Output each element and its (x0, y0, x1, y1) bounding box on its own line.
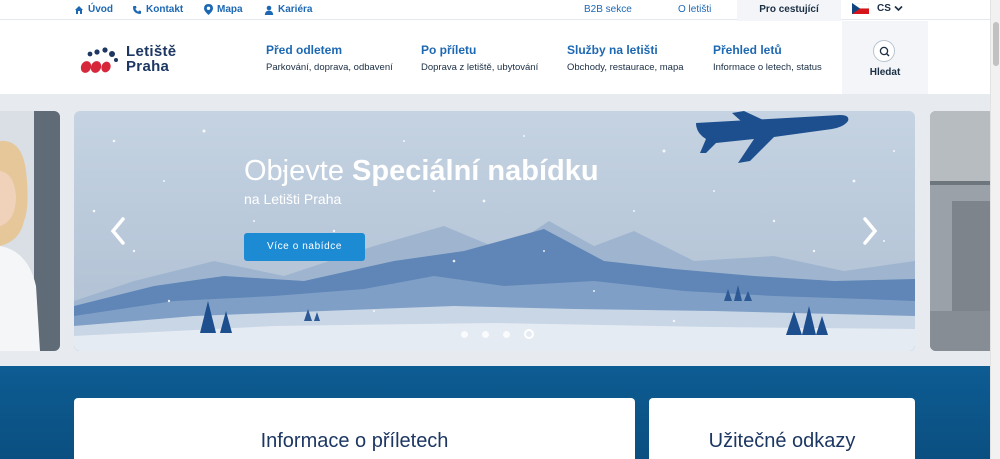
topbar-link-map[interactable]: Mapa (204, 4, 243, 15)
nav-airport-services[interactable]: Služby na letišti Obchody, restaurace, m… (567, 43, 684, 73)
more-about-offer-button[interactable]: Více o nabídce (244, 233, 365, 261)
hero-headline-light: Objevte (244, 155, 344, 187)
carousel-dot-1[interactable] (461, 330, 468, 338)
home-icon (75, 5, 83, 14)
topbar-link-career[interactable]: Kariéra (264, 4, 312, 15)
hero-headline-bold: Speciální nabídku (352, 155, 599, 187)
carousel-indicators (454, 329, 541, 339)
topbar-link-career-label: Kariéra (278, 4, 313, 15)
nav-subtitle: Obchody, restaurace, mapa (567, 62, 684, 73)
nav-subtitle: Doprava z letiště, ubytování (421, 62, 539, 73)
useful-links-title: Užitečné odkazy (708, 430, 856, 452)
nav-subtitle: Parkování, doprava, odbavení (266, 62, 393, 73)
person-icon (264, 5, 274, 15)
carousel-dot-3[interactable] (503, 330, 510, 338)
topbar-link-home-label: Úvod (88, 4, 113, 15)
top-bar: Úvod Kontakt Mapa Kariéra B2B sekce O le… (0, 0, 990, 21)
logo-line-1: Letiště (126, 43, 177, 60)
page-scrollbar[interactable] (990, 0, 1000, 459)
language-label: CS (877, 3, 891, 14)
tab-b2b[interactable]: B2B sekce (584, 4, 632, 15)
arrivals-info-title: Informace o příletech (260, 430, 449, 452)
logo-line-2: Praha (126, 58, 170, 75)
tab-for-travelers[interactable]: Pro cestující (737, 0, 841, 21)
hero-headline: Objevte Speciální nabídku (244, 155, 599, 188)
hero-subline: na Letišti Praha (244, 191, 342, 207)
carousel-dot-2[interactable] (482, 330, 489, 338)
winter-landscape-image (74, 111, 915, 351)
next-slide-preview[interactable] (930, 111, 992, 351)
chevron-down-icon (894, 5, 903, 12)
terminal-photo-image (930, 111, 992, 351)
arrivals-info-card: Informace o příletech (74, 398, 635, 459)
nav-title: Před odletem (266, 43, 343, 57)
search-icon (879, 46, 890, 57)
map-pin-icon (204, 4, 213, 15)
search-button[interactable]: Hledat (842, 21, 928, 94)
czech-flag-icon (852, 3, 869, 14)
language-select[interactable]: CS (852, 3, 903, 14)
nav-flight-overview[interactable]: Přehled letů Informace o letech, status (713, 43, 822, 73)
main-header: Letiště Praha Před odletem Parkování, do… (0, 21, 990, 94)
nav-before-departure[interactable]: Před odletem Parkování, doprava, odbaven… (266, 43, 393, 73)
topbar-link-contact[interactable]: Kontakt (132, 4, 183, 15)
tab-about-airport[interactable]: O letišti (678, 4, 711, 15)
airport-logo-mark (80, 47, 118, 73)
nav-title: Služby na letišti (567, 43, 658, 57)
hero-slide: Objevte Speciální nabídku na Letišti Pra… (74, 111, 915, 351)
previous-slide-preview[interactable] (0, 111, 60, 351)
nav-title: Přehled letů (713, 43, 782, 57)
topbar-link-map-label: Mapa (217, 4, 243, 15)
useful-links-card: Užitečné odkazy (649, 398, 915, 459)
topbar-link-contact-label: Kontakt (146, 4, 184, 15)
nav-after-arrival[interactable]: Po příletu Doprava z letiště, ubytování (421, 43, 538, 73)
nav-title: Po příletu (421, 43, 477, 57)
carousel-dot-4[interactable] (524, 329, 534, 339)
topbar-link-home[interactable]: Úvod (74, 4, 113, 15)
phone-icon (133, 5, 141, 14)
person-photo-image (0, 111, 60, 351)
scrollbar-thumb[interactable] (993, 22, 999, 66)
airport-logo[interactable]: Letiště Praha (78, 43, 176, 75)
chevron-left-icon[interactable] (108, 216, 128, 246)
nav-subtitle: Informace o letech, status (713, 62, 822, 73)
search-label: Hledat (869, 67, 901, 78)
chevron-right-icon[interactable] (860, 216, 880, 246)
